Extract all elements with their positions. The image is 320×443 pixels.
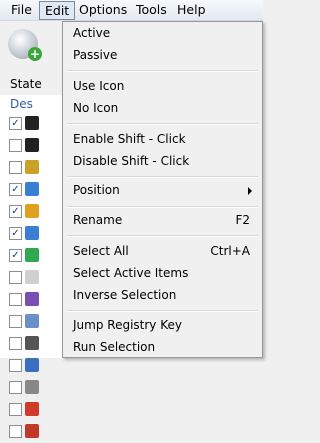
item-checkbox[interactable] xyxy=(9,337,22,350)
menu-item-label: Select All xyxy=(73,244,129,258)
menu-item-select-all[interactable]: Select All Ctrl+A xyxy=(63,240,262,262)
menu-item-label: Active xyxy=(73,26,111,40)
menu-item-inverse-selection[interactable]: Inverse Selection xyxy=(63,284,262,306)
submenu-arrow-icon xyxy=(248,187,252,195)
list-item[interactable] xyxy=(0,355,68,377)
list-item[interactable] xyxy=(0,157,68,179)
menu-help[interactable]: Help xyxy=(172,2,211,18)
menu-item-label: Rename xyxy=(73,213,123,227)
item-icon xyxy=(25,270,39,284)
list-item[interactable]: ✓ xyxy=(0,179,68,201)
item-checkbox[interactable] xyxy=(9,315,22,328)
item-checkbox[interactable]: ✓ xyxy=(9,183,22,196)
menu-item-label: Use Icon xyxy=(73,79,125,93)
menu-item-rename[interactable]: Rename F2 xyxy=(63,209,262,231)
item-icon xyxy=(25,358,39,372)
menu-item-label: Passive xyxy=(73,48,118,62)
add-item-button[interactable]: + xyxy=(8,29,42,61)
item-icon xyxy=(25,314,39,328)
toolbar: + xyxy=(0,21,68,73)
menu-item-label: Enable Shift - Click xyxy=(73,132,186,146)
item-checkbox[interactable]: ✓ xyxy=(9,205,22,218)
menu-tools[interactable]: Tools xyxy=(131,2,172,18)
list-item[interactable] xyxy=(0,399,68,421)
item-checkbox[interactable] xyxy=(9,161,22,174)
list-item[interactable] xyxy=(0,421,68,443)
menu-item-shortcut: Ctrl+A xyxy=(210,244,250,258)
menu-separator xyxy=(67,235,258,237)
item-icon xyxy=(25,116,39,130)
menu-item-no-icon[interactable]: No Icon xyxy=(63,97,262,119)
menu-item-label: Jump Registry Key xyxy=(73,318,182,332)
menu-edit[interactable]: Edit xyxy=(39,1,76,20)
item-icon xyxy=(25,424,39,438)
menu-separator xyxy=(67,70,258,72)
edit-menu-dropdown: Active Passive Use Icon No Icon Enable S… xyxy=(62,21,263,358)
menu-item-label: Select Active Items xyxy=(73,266,189,280)
menu-bar: File Edit Options Tools Help xyxy=(0,0,263,21)
item-icon xyxy=(25,138,39,152)
item-list: ✓ ✓ ✓ ✓ ✓ xyxy=(0,113,68,443)
menu-item-active[interactable]: Active xyxy=(63,22,262,44)
item-checkbox[interactable] xyxy=(9,271,22,284)
menu-separator xyxy=(67,310,258,312)
menu-item-use-icon[interactable]: Use Icon xyxy=(63,75,262,97)
menu-item-label: No Icon xyxy=(73,101,119,115)
menu-separator xyxy=(67,123,258,125)
menu-item-passive[interactable]: Passive xyxy=(63,44,262,66)
menu-item-label: Inverse Selection xyxy=(73,288,177,302)
list-item[interactable] xyxy=(0,333,68,355)
description-column-header[interactable]: Des xyxy=(0,95,68,113)
item-icon xyxy=(25,160,39,174)
item-icon xyxy=(25,248,39,262)
state-label: State xyxy=(0,73,68,95)
list-item[interactable] xyxy=(0,289,68,311)
item-icon xyxy=(25,292,39,306)
menu-item-label: Position xyxy=(73,183,120,197)
item-checkbox[interactable] xyxy=(9,139,22,152)
item-icon xyxy=(25,226,39,240)
item-icon xyxy=(25,380,39,394)
list-item[interactable] xyxy=(0,377,68,399)
list-item[interactable] xyxy=(0,311,68,333)
item-checkbox[interactable]: ✓ xyxy=(9,249,22,262)
item-icon xyxy=(25,182,39,196)
item-checkbox[interactable]: ✓ xyxy=(9,227,22,240)
menu-item-disable-shift-click[interactable]: Disable Shift - Click xyxy=(63,150,262,172)
menu-separator xyxy=(67,206,258,208)
menu-item-position[interactable]: Position xyxy=(63,179,262,201)
item-checkbox[interactable] xyxy=(9,359,22,372)
list-item[interactable]: ✓ xyxy=(0,113,68,135)
item-icon xyxy=(25,336,39,350)
menu-item-jump-registry-key[interactable]: Jump Registry Key xyxy=(63,314,262,336)
list-item[interactable]: ✓ xyxy=(0,223,68,245)
add-plus-icon: + xyxy=(28,47,42,61)
menu-item-shortcut: F2 xyxy=(235,213,250,227)
item-checkbox[interactable] xyxy=(9,381,22,394)
item-checkbox[interactable] xyxy=(9,403,22,416)
list-item[interactable]: ✓ xyxy=(0,245,68,267)
menu-item-enable-shift-click[interactable]: Enable Shift - Click xyxy=(63,128,262,150)
main-window: + State Des ✓ ✓ ✓ ✓ ✓ xyxy=(0,21,68,438)
menu-item-run-selection[interactable]: Run Selection xyxy=(63,336,262,358)
menu-separator xyxy=(67,176,258,178)
menu-file[interactable]: File xyxy=(6,2,37,18)
list-item[interactable] xyxy=(0,135,68,157)
list-item[interactable]: ✓ xyxy=(0,201,68,223)
item-checkbox[interactable] xyxy=(9,425,22,438)
menu-item-select-active-items[interactable]: Select Active Items xyxy=(63,262,262,284)
item-icon xyxy=(25,204,39,218)
menu-item-label: Disable Shift - Click xyxy=(73,154,190,168)
list-item[interactable] xyxy=(0,267,68,289)
item-checkbox[interactable]: ✓ xyxy=(9,117,22,130)
item-checkbox[interactable] xyxy=(9,293,22,306)
menu-options[interactable]: Options xyxy=(74,2,132,18)
menu-item-label: Run Selection xyxy=(73,340,156,354)
item-icon xyxy=(25,402,39,416)
